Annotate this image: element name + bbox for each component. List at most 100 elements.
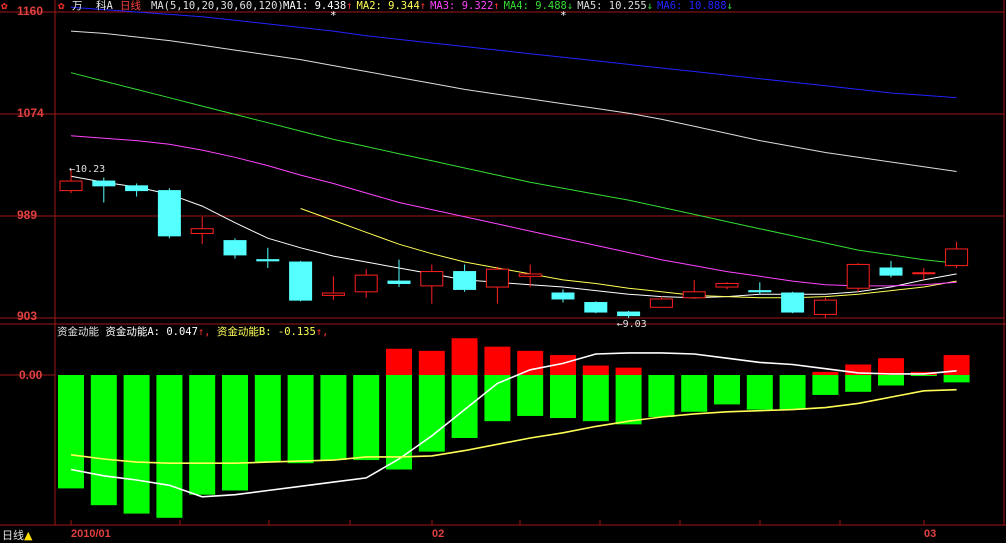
ma-marker-2: *: [560, 9, 567, 22]
price-annotation: ←9.03: [617, 319, 647, 330]
candle: [649, 296, 673, 308]
osc-bar-down: [451, 375, 478, 438]
price-grid: [0, 11, 1004, 376]
osc-bar-down: [878, 375, 904, 386]
candle: [223, 238, 247, 259]
chart-frame: [0, 0, 1006, 526]
osc-bar-down: [746, 375, 773, 410]
candle-body: [813, 299, 837, 315]
indicator-a-label: 资金动能A:: [105, 326, 160, 338]
osc-bar-up: [451, 338, 478, 375]
moving-average-lines: [70, 6, 957, 299]
ma-value-label: MA6: 10.888: [657, 0, 727, 12]
ma-value-label: MA1: 9.438: [283, 0, 347, 12]
candle-body: [846, 263, 870, 289]
candle-body: [584, 302, 608, 313]
osc-bar-down: [222, 375, 248, 491]
osc-bar-down: [320, 375, 347, 461]
candle: [289, 260, 313, 302]
osc-bar-down: [353, 375, 380, 461]
candle: [190, 216, 214, 245]
osc-bar-down: [156, 375, 183, 518]
price-tick-label: 1074: [17, 106, 44, 120]
osc-bar-down: [910, 375, 937, 377]
osc-bar-down: [812, 375, 839, 395]
ma-value-arrow: ↓: [726, 0, 733, 12]
ma-value-label: MA2: 9.344: [356, 0, 420, 12]
osc-bar-down: [550, 375, 576, 419]
indicator-a-arrow: ↑,: [197, 326, 211, 338]
ma-value-label: MA5: 10.255: [577, 0, 647, 12]
osc-bar-up: [517, 350, 544, 375]
x-label-mar: 03: [924, 528, 937, 540]
indicator-name: 资金动能: [57, 326, 99, 338]
ma-value-arrow: ↑: [346, 0, 353, 12]
period-label[interactable]: 日线: [120, 0, 141, 12]
osc-bar-down: [582, 375, 609, 422]
chart-canvas: ←10.23 ←9.03: [0, 0, 1006, 526]
bottom-bar: 日线▲ 2010/01 02 03: [0, 525, 1006, 543]
indicator-zero-label: 0.00: [19, 368, 43, 382]
osc-bar-down: [648, 375, 675, 417]
ma-value-arrow: ↓: [646, 0, 654, 12]
candle: [485, 266, 509, 304]
ma-value-item: MA2: 9.344↑: [357, 0, 427, 12]
candle: [551, 289, 575, 303]
osc-bar-up: [418, 350, 445, 375]
x-label-feb: 02: [432, 528, 445, 540]
osc-bar-down: [189, 375, 216, 495]
osc-bar-up: [812, 371, 839, 375]
candle-body: [420, 271, 444, 287]
stock-name-prefix: 万: [72, 0, 83, 12]
osc-bar-down: [845, 375, 872, 392]
period-tab[interactable]: 日线▲: [2, 527, 32, 543]
x-label-jan: 2010/01: [71, 528, 111, 540]
ma-marker-1: *: [330, 9, 337, 22]
candle: [157, 188, 181, 239]
settings-icon-2[interactable]: ✿: [58, 0, 65, 12]
indicator-b-arrow: ↑,: [315, 326, 329, 338]
settings-icon[interactable]: ✿: [1, 0, 8, 12]
candle: [92, 177, 116, 203]
price-annotation: ←10.23: [69, 164, 105, 175]
osc-bar-down: [287, 375, 314, 464]
candle-body: [781, 292, 805, 313]
candle-body: [289, 261, 313, 301]
ma-value-arrow: ↑: [419, 0, 427, 12]
ma-values: MA1: 9.438↑ MA2: 9.344↑ MA3: 9.322↑ MA4: 9.…: [283, 0, 737, 12]
candle: [781, 291, 805, 314]
ma-value-label: MA4: 9.488: [503, 0, 567, 12]
candle: [617, 310, 641, 318]
osc-bar-down: [484, 375, 511, 422]
candle: [420, 264, 444, 304]
oscillator-bars: [58, 338, 970, 518]
ma-value-arrow: ↑: [493, 0, 500, 12]
osc-bar-up: [484, 346, 511, 375]
candle-body: [912, 272, 936, 275]
candle: [682, 279, 706, 299]
candle-body: [485, 268, 509, 288]
ma-params: MA(5,10,20,30,60,120): [151, 0, 284, 12]
ma-value-item: MA1: 9.438↑: [283, 0, 353, 12]
osc-bar-down: [123, 375, 150, 514]
price-tick-label: 903: [17, 309, 38, 323]
osc-bar-up: [386, 348, 412, 375]
candle-body: [223, 240, 247, 256]
candle: [748, 282, 772, 295]
candle-body: [649, 298, 673, 308]
candle-body: [190, 228, 214, 234]
candle-body: [387, 280, 411, 284]
ma-line-ma1: [70, 175, 957, 299]
indicator-a-value: 0.047: [166, 326, 198, 338]
candle: [715, 282, 739, 290]
osc-bar-down: [681, 375, 708, 412]
ma-value-item: MA5: 10.255↓: [577, 0, 653, 12]
ma-line-ma3: [70, 135, 957, 287]
candle-body: [321, 292, 345, 296]
price-tick-label: 1160: [17, 4, 44, 18]
ma-line-ma4: [70, 72, 957, 264]
candle-body: [551, 292, 575, 300]
candle: [846, 263, 870, 292]
osc-bar-up: [615, 367, 642, 375]
indicator-header: 资金动能 资金动能A: 0.047↑, 资金动能B: -0.135↑,: [57, 326, 328, 338]
